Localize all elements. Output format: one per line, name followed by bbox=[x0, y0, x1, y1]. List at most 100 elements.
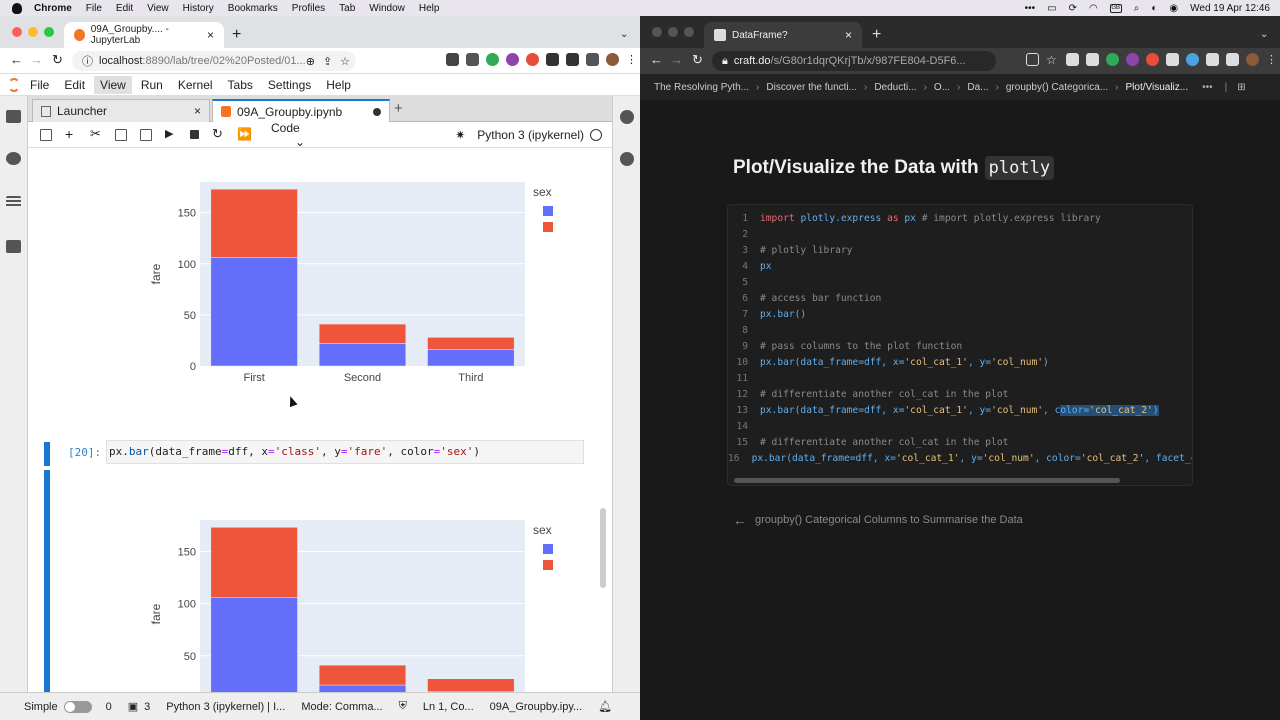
more-options-icon[interactable]: ••• bbox=[1202, 82, 1213, 93]
code-block[interactable]: 1 import plotly.express as px # import pl… bbox=[727, 204, 1193, 486]
zoom-window-button[interactable] bbox=[684, 27, 694, 37]
extension-icon[interactable] bbox=[446, 53, 459, 66]
minimize-window-button[interactable] bbox=[28, 27, 38, 37]
breadcrumb-item[interactable]: Deducti... bbox=[874, 82, 916, 93]
dots-icon[interactable]: ••• bbox=[1025, 3, 1036, 14]
jupyter-menu-kernel[interactable]: Kernel bbox=[178, 76, 213, 94]
paste-icon[interactable] bbox=[140, 128, 152, 141]
extension-manager-icon[interactable] bbox=[6, 240, 21, 253]
sidepanel-icon[interactable] bbox=[1226, 53, 1239, 66]
extension-icon[interactable] bbox=[1186, 53, 1199, 66]
insert-cell-icon[interactable]: + bbox=[65, 127, 77, 141]
extension-icon[interactable] bbox=[526, 53, 539, 66]
menu-tab[interactable]: Tab bbox=[339, 3, 355, 14]
wifi-icon[interactable]: ◠ bbox=[1089, 3, 1098, 14]
browser-tab-craft[interactable]: DataFrame? × bbox=[704, 22, 862, 48]
keyboard-layout[interactable]: GB bbox=[1109, 3, 1122, 13]
simple-mode-toggle[interactable] bbox=[63, 700, 92, 713]
stop-icon[interactable] bbox=[190, 130, 199, 139]
puzzle-icon[interactable] bbox=[566, 53, 579, 66]
share-icon[interactable]: ⇪ bbox=[323, 55, 332, 68]
copy-icon[interactable] bbox=[115, 128, 127, 141]
reload-icon[interactable]: ↻ bbox=[52, 52, 63, 68]
extension-icon[interactable] bbox=[1126, 53, 1139, 66]
restart-icon[interactable]: ↻ bbox=[212, 127, 224, 141]
control-center-icon[interactable]: ◐ bbox=[1151, 3, 1157, 14]
bookmark-star-icon[interactable]: ☆ bbox=[1046, 53, 1059, 67]
browser-tab-jupyter[interactable]: 09A_Groupby.... - JupyterLab × bbox=[64, 22, 224, 48]
jupyter-menu-file[interactable]: File bbox=[30, 76, 49, 94]
toc-icon[interactable] bbox=[6, 196, 21, 207]
extension-icon[interactable] bbox=[1146, 53, 1159, 66]
close-window-button[interactable] bbox=[652, 27, 662, 37]
notebook-area[interactable]: 050100150FirstSecondThirdfareclasssexfem… bbox=[28, 148, 612, 692]
kebab-menu-icon[interactable]: ⋮ bbox=[626, 53, 637, 66]
run-all-icon[interactable]: ⏩ bbox=[237, 128, 252, 141]
code-horizontal-scrollbar[interactable] bbox=[734, 478, 1120, 483]
address-bar[interactable]: ⓘ localhost:8890/lab/tree/02%20Posted/01… bbox=[72, 51, 356, 71]
menu-view[interactable]: View bbox=[147, 3, 169, 14]
lock-icon[interactable]: 🔒︎ bbox=[722, 55, 728, 68]
bookmark-star-icon[interactable]: ☆ bbox=[340, 55, 350, 68]
jupyter-menu-settings[interactable]: Settings bbox=[268, 76, 311, 94]
status-kernel[interactable]: Python 3 (ipykernel) | I... bbox=[166, 701, 285, 713]
output-chart-top[interactable]: 050100150FirstSecondThirdfareclasssexfem… bbox=[88, 148, 558, 388]
extension-icon[interactable] bbox=[1106, 53, 1119, 66]
debugger-bug-icon[interactable] bbox=[620, 152, 634, 166]
save-icon[interactable] bbox=[40, 128, 52, 141]
breadcrumb-item[interactable]: Da... bbox=[967, 82, 988, 93]
new-tab-button[interactable]: + bbox=[872, 26, 881, 44]
breadcrumb-item[interactable]: groupby() Categorica... bbox=[1006, 82, 1108, 93]
siri-icon[interactable]: ◉ bbox=[1169, 3, 1178, 14]
search-icon[interactable]: ⌕ bbox=[1134, 3, 1140, 14]
close-tab-icon[interactable]: × bbox=[207, 28, 214, 42]
avatar[interactable] bbox=[606, 53, 619, 66]
sync-icon[interactable]: ⟳ bbox=[1069, 3, 1077, 14]
extension-icon[interactable] bbox=[506, 53, 519, 66]
jupyter-menu-view[interactable]: View bbox=[94, 75, 132, 94]
breadcrumb-item[interactable]: The Resolving Pyth... bbox=[654, 82, 749, 93]
close-icon[interactable]: × bbox=[194, 104, 201, 118]
address-bar[interactable]: 🔒︎ craft.do/s/G80r1dqrQKrjTb/x/987FE804-… bbox=[712, 51, 996, 71]
extension-icon[interactable] bbox=[1086, 53, 1099, 66]
tab-search-icon[interactable]: ⌄ bbox=[1260, 29, 1268, 40]
sidepanel-icon[interactable] bbox=[586, 53, 599, 66]
add-tab-icon[interactable]: + bbox=[394, 100, 403, 117]
code-cell-input[interactable]: px.bar(data_frame=dff, x='class', y='far… bbox=[106, 440, 584, 464]
back-icon[interactable]: ← bbox=[650, 52, 663, 67]
breadcrumb-item[interactable]: O... bbox=[934, 82, 950, 93]
menu-profiles[interactable]: Profiles bbox=[292, 3, 325, 14]
back-icon[interactable]: ← bbox=[10, 52, 23, 67]
kernel-indicator[interactable]: ✷ Python 3 (ipykernel) bbox=[455, 128, 602, 142]
zoom-window-button[interactable] bbox=[44, 27, 54, 37]
tab-notebook[interactable]: 09A_Groupby.ipynb bbox=[212, 99, 390, 122]
extension-icon[interactable] bbox=[486, 53, 499, 66]
zoom-icon[interactable]: ⊕ bbox=[306, 55, 315, 68]
status-position[interactable]: Ln 1, Co... bbox=[423, 701, 474, 713]
bell-icon[interactable]: 🔔︎ bbox=[598, 700, 612, 713]
menu-help[interactable]: Help bbox=[419, 3, 440, 14]
menu-history[interactable]: History bbox=[183, 3, 214, 14]
folder-icon[interactable] bbox=[6, 110, 21, 123]
extension-icon[interactable] bbox=[466, 53, 479, 66]
menu-file[interactable]: File bbox=[86, 3, 102, 14]
running-icon[interactable] bbox=[6, 152, 21, 165]
menu-app-name[interactable]: Chrome bbox=[34, 3, 72, 14]
minimize-window-button[interactable] bbox=[668, 27, 678, 37]
menu-edit[interactable]: Edit bbox=[116, 3, 133, 14]
forward-icon[interactable]: → bbox=[30, 52, 43, 67]
extension-icon[interactable] bbox=[546, 53, 559, 66]
jupyter-menu-tabs[interactable]: Tabs bbox=[228, 76, 253, 94]
close-tab-icon[interactable]: × bbox=[845, 28, 852, 42]
menu-bookmarks[interactable]: Bookmarks bbox=[228, 3, 278, 14]
jupyter-menu-help[interactable]: Help bbox=[326, 76, 351, 94]
kebab-menu-icon[interactable]: ⋮ bbox=[1266, 53, 1277, 66]
output-chart-bottom[interactable]: 50100150faresexfemalemale bbox=[88, 508, 558, 692]
cell-type-select[interactable]: Code ⌄ bbox=[271, 121, 331, 149]
forward-icon[interactable]: → bbox=[670, 52, 683, 67]
extension-icon[interactable] bbox=[1066, 53, 1079, 66]
share-icon[interactable] bbox=[1026, 53, 1039, 66]
breadcrumb-item[interactable]: Discover the functi... bbox=[766, 82, 857, 93]
property-inspector-gear-icon[interactable] bbox=[620, 110, 634, 124]
apple-icon[interactable] bbox=[12, 2, 22, 14]
